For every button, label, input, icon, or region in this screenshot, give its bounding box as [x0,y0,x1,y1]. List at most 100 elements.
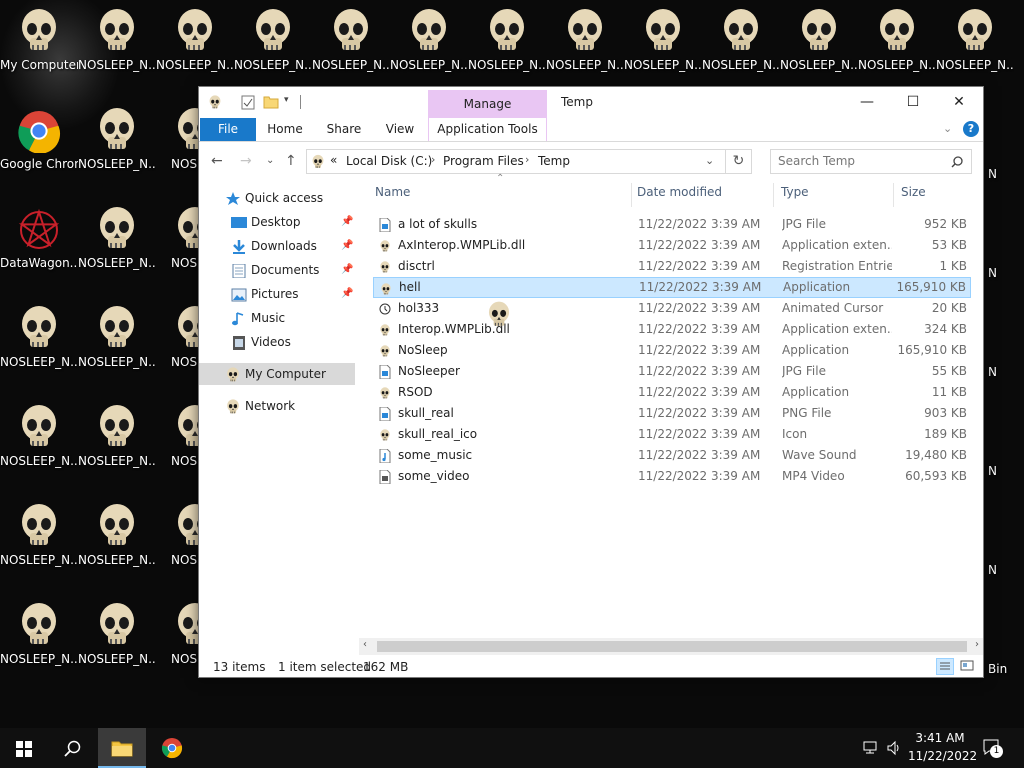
pin-icon[interactable]: 📌 [341,211,353,233]
desktop-icon[interactable]: NOSLEEP_N... [78,594,156,693]
desktop-icon[interactable]: NOSLEEP_N... [78,198,156,297]
expand-ribbon-icon[interactable]: ⌄ [943,122,952,135]
tab-manage[interactable]: Manage [428,90,547,118]
details-view-button[interactable] [936,658,954,675]
desktop-icon[interactable]: NOSLEEP_N... [234,0,312,99]
desktop-icon[interactable]: NOSLEEP_N... [78,396,156,495]
desktop-icon[interactable]: N [984,297,1024,396]
nav-item-music[interactable]: Music [199,307,355,329]
file-row[interactable]: NoSleep 11/22/2022 3:39 AM Application 165,… [373,340,971,361]
desktop-icon[interactable]: Google Chrome [0,99,78,198]
breadcrumb-temp[interactable]: Temp [538,154,570,168]
tab-view[interactable]: View [377,118,423,141]
pin-icon[interactable]: 📌 [341,259,353,281]
desktop-icon[interactable]: NOSLEEP_N... [78,99,156,198]
column-divider[interactable] [631,183,632,207]
nav-item-desktop[interactable]: Desktop 📌 [199,211,355,233]
minimize-button[interactable]: — [844,87,890,118]
desktop-icon[interactable]: NOSLEEP_N... [468,0,546,99]
nav-item-pictures[interactable]: Pictures 📌 [199,283,355,305]
network-icon[interactable] [862,740,880,756]
desktop-icon[interactable]: Bin [984,594,1024,693]
clock-time[interactable]: 3:41 AM [912,731,968,745]
file-row[interactable]: AxInterop.WMPLib.dll 11/22/2022 3:39 AM Ap… [373,235,971,256]
action-center-button[interactable]: 1 [982,738,1004,758]
clock-date[interactable]: 11/22/2022 [908,749,977,763]
tab-share[interactable]: Share [321,118,367,141]
breadcrumb-chevron-icon[interactable]: › [431,153,435,166]
file-row[interactable]: some_video 11/22/2022 3:39 AM MP4 Video 60,… [373,466,971,487]
file-row[interactable]: some_music 11/22/2022 3:39 AM Wave Sound 19… [373,445,971,466]
file-row[interactable]: a lot of skulls 11/22/2022 3:39 AM JPG Fil… [373,214,971,235]
refresh-button[interactable]: ↻ [726,149,752,174]
file-row[interactable]: skull_real 11/22/2022 3:39 AM PNG File 903 … [373,403,971,424]
close-button[interactable]: ✕ [936,87,982,118]
file-row[interactable]: Interop.WMPLib.dll 11/22/2022 3:39 AM Appl… [373,319,971,340]
nav-item-network[interactable]: Network [199,395,355,417]
desktop-icon[interactable]: NOSLEEP_N... [0,297,78,396]
desktop-icon[interactable]: NOSLEEP_N... [624,0,702,99]
breadcrumb-local-disk[interactable]: Local Disk (C:) [346,154,432,168]
maximize-button[interactable]: ☐ [890,87,936,118]
nav-item-downloads[interactable]: Downloads 📌 [199,235,355,257]
desktop-icon[interactable]: N [984,99,1024,198]
pin-icon[interactable]: 📌 [341,283,353,305]
breadcrumb-program-files[interactable]: Program Files [443,154,524,168]
desktop-icon[interactable]: N [984,495,1024,594]
desktop-icon[interactable]: NOSLEEP_N... [78,495,156,594]
file-row[interactable]: RSOD 11/22/2022 3:39 AM Application 11 KB [373,382,971,403]
desktop-icon[interactable]: NOSLEEP_N... [0,495,78,594]
desktop-icon[interactable]: NOSLEEP_N... [702,0,780,99]
address-dropdown-icon[interactable]: ⌄ [705,154,714,167]
search-taskbar-button[interactable] [48,728,96,768]
title-bar[interactable]: ▾ Manage Temp — ☐ ✕ [199,87,983,118]
quick-access-dropdown-icon[interactable]: ▾ [284,95,289,105]
nav-item-documents[interactable]: Documents 📌 [199,259,355,281]
desktop-icon[interactable]: NOSLEEP_N... [78,0,156,99]
back-arrow-icon[interactable]: ← [211,153,223,169]
pin-icon[interactable]: 📌 [341,235,353,257]
scroll-left-icon[interactable]: ‹ [363,639,367,650]
file-row[interactable]: hol333 11/22/2022 3:39 AM Animated Cursor 2… [373,298,971,319]
tab-file[interactable]: File [200,118,256,141]
desktop-icon[interactable]: NOSLEEP_N... [858,0,936,99]
address-bar[interactable]: « Local Disk (C:) › Program Files › Temp… [306,149,726,174]
horizontal-scrollbar[interactable]: ‹ › [359,638,983,655]
search-input[interactable]: Search Temp [770,149,972,174]
start-button[interactable] [0,728,48,768]
nav-item-videos[interactable]: Videos [199,331,355,353]
desktop-icon[interactable]: N [984,198,1024,297]
desktop-icon[interactable]: DataWagon... [0,198,78,297]
column-header-type[interactable]: Type [781,185,809,199]
help-button[interactable]: ? [963,121,979,137]
breadcrumb-chevron-icon[interactable]: › [525,153,529,166]
column-header-date[interactable]: Date modified [637,185,722,199]
column-header-size[interactable]: Size [901,185,926,199]
desktop-icon[interactable]: NOSLEEP_N... [0,396,78,495]
file-row[interactable]: skull_real_ico 11/22/2022 3:39 AM Icon 189 … [373,424,971,445]
large-icons-view-button[interactable] [959,658,977,675]
taskbar-chrome[interactable] [148,728,196,768]
desktop-icon[interactable]: NOSLEEP_N... [936,0,1014,99]
desktop-icon[interactable]: My Computer [0,0,78,99]
desktop-icon[interactable]: NOSLEEP_N... [390,0,468,99]
volume-icon[interactable] [886,740,902,756]
desktop-icon[interactable]: NOSLEEP_N... [312,0,390,99]
tab-home[interactable]: Home [262,118,308,141]
nav-item-my-computer[interactable]: My Computer [199,363,355,385]
column-divider[interactable] [893,183,894,207]
scroll-right-icon[interactable]: › [975,639,979,650]
forward-arrow-icon[interactable]: → [240,153,252,169]
desktop-icon[interactable]: N [984,396,1024,495]
file-row[interactable]: disctrl 11/22/2022 3:39 AM Registration En… [373,256,971,277]
desktop-icon[interactable]: NOSLEEP_N... [0,594,78,693]
properties-icon[interactable] [241,95,255,110]
desktop-icon[interactable]: NOSLEEP_N... [780,0,858,99]
desktop-icon[interactable]: NOSLEEP_N... [156,0,234,99]
recent-locations-icon[interactable]: ⌄ [266,155,274,166]
desktop-icon[interactable]: NOSLEEP_N... [78,297,156,396]
desktop-icon[interactable]: NOSLEEP_N... [546,0,624,99]
tab-application-tools[interactable]: Application Tools [428,118,547,141]
file-row[interactable]: NoSleeper 11/22/2022 3:39 AM JPG File 55 KB [373,361,971,382]
up-arrow-icon[interactable]: ↑ [285,153,297,169]
